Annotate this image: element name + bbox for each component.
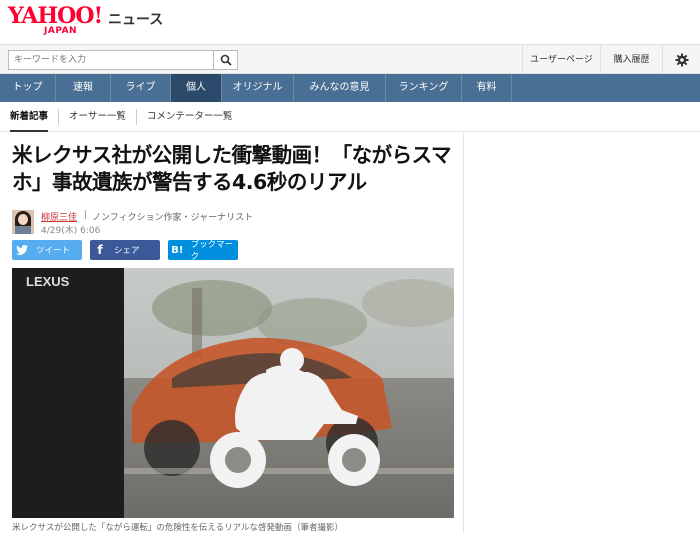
logo-main-text: YAHOO!	[8, 3, 103, 29]
nav-item-original[interactable]: オリジナル	[222, 74, 294, 102]
article-date: 4/29(木) 6:06	[41, 226, 101, 236]
lexus-brand-text: LEXUS	[26, 274, 70, 289]
subnav-item-commentators[interactable]: コメンテーター一覧	[137, 109, 243, 125]
nav-item-opinions[interactable]: みんなの意見	[294, 74, 386, 102]
site-name[interactable]: ニュース	[108, 9, 163, 29]
search-icon	[220, 54, 232, 66]
search-input[interactable]	[8, 50, 214, 70]
article-photo[interactable]: LEXUS	[12, 268, 454, 518]
hatena-bookmark-label: ブックマーク	[190, 240, 234, 262]
facebook-icon: f	[97, 243, 103, 257]
nav-item-ranking[interactable]: ランキング	[386, 74, 462, 102]
author-avatar[interactable]	[12, 210, 34, 234]
subnav-item-new-articles[interactable]: 新着記事	[0, 108, 60, 132]
author-separator: |	[84, 210, 88, 220]
hatena-bookmark-icon: B!	[171, 244, 184, 256]
settings-button[interactable]	[662, 45, 700, 75]
article-main: 米レクサス社が公開した衝撃動画！「ながらスマホ」事故遺族が警告する4.6秒のリア…	[0, 132, 464, 533]
sub-nav: 新着記事 オーサー一覧 コメンテーター一覧	[0, 102, 700, 132]
author-title: ノンフィクション作家・ジャーナリスト	[92, 213, 254, 223]
tweet-button[interactable]: ツイート	[12, 240, 82, 260]
gear-icon	[675, 53, 688, 67]
subnav-item-authors[interactable]: オーサー一覧	[59, 108, 137, 125]
author-name-link[interactable]: 柳原三佳	[41, 210, 77, 223]
logo-sub-text: JAPAN	[44, 26, 78, 36]
facebook-share-label: シェア	[114, 246, 140, 256]
site-header: YAHOO! JAPAN ニュース	[0, 0, 700, 44]
lexus-motorcycle-image: LEXUS	[12, 268, 454, 518]
photo-caption: 米レクサスが公開した「ながら運転」の危険性を伝えるリアルな啓発動画（筆者撮影）	[12, 523, 343, 533]
main-nav: トップ 速報 ライブ 個人 オリジナル みんなの意見 ランキング 有料	[0, 74, 700, 102]
tweet-label: ツイート	[36, 246, 71, 256]
nav-item-top[interactable]: トップ	[0, 74, 56, 102]
user-page-link[interactable]: ユーザーページ	[522, 45, 600, 75]
nav-item-live[interactable]: ライブ	[111, 74, 171, 102]
nav-item-breaking[interactable]: 速報	[56, 74, 111, 102]
hatena-bookmark-button[interactable]: B! ブックマーク	[168, 240, 238, 262]
search-bar: ユーザーページ 購入履歴	[0, 44, 700, 75]
article-title: 米レクサス社が公開した衝撃動画！「ながらスマホ」事故遺族が警告する4.6秒のリア…	[12, 143, 451, 194]
search-button[interactable]	[214, 50, 238, 70]
facebook-share-button[interactable]: f シェア	[90, 240, 160, 260]
nav-item-individual[interactable]: 個人	[171, 74, 222, 102]
avatar-body	[15, 226, 31, 234]
nav-item-paid[interactable]: 有料	[462, 74, 512, 102]
share-buttons: ツイート f シェア B! ブックマーク	[12, 240, 238, 262]
twitter-icon	[12, 240, 32, 260]
yahoo-japan-logo[interactable]: YAHOO! JAPAN	[8, 4, 108, 40]
purchase-history-link[interactable]: 購入履歴	[600, 45, 662, 75]
avatar-face	[18, 214, 28, 225]
